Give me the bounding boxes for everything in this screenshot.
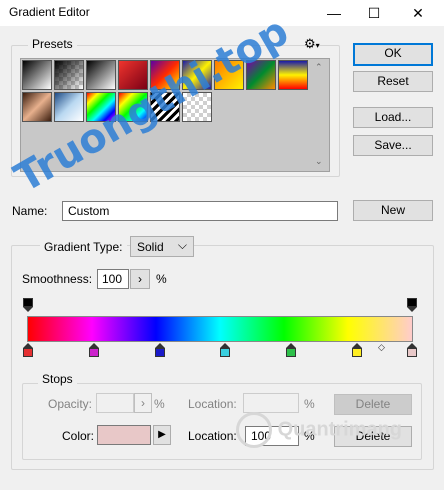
preset-swatch[interactable] [54,60,84,90]
opacity-label: Opacity: [48,397,93,411]
gradient-type-select[interactable]: Solid ⌵ [130,236,194,257]
color-stop[interactable] [23,343,33,357]
color-stop[interactable] [220,343,230,357]
opacity-arrow-button[interactable]: › [134,393,152,413]
color-arrow-button[interactable]: ▶ [153,425,171,445]
presets-scrollbar[interactable]: ⌃ ⌄ [311,59,327,169]
midpoint-diamond-icon[interactable]: ◇ [378,342,385,353]
preset-swatch[interactable] [22,92,52,122]
ok-button[interactable]: OK [353,43,433,66]
close-button[interactable]: ✕ [396,0,440,26]
preset-swatch[interactable] [54,92,84,122]
name-input[interactable]: Custom [62,201,338,221]
preset-swatch[interactable] [278,60,308,90]
watermark-brand: Quantrimang [236,412,402,448]
stops-label: Stops [38,372,77,386]
chevron-down-icon: ⌵ [177,238,187,252]
window-title: Gradient Editor [9,5,90,19]
color-stop[interactable] [352,343,362,357]
opacity-unit: % [154,397,165,411]
color-label: Color: [62,429,95,443]
smoothness-unit: % [156,272,167,286]
smoothness-arrow-button[interactable]: › [130,269,150,289]
opacity-location-input[interactable] [243,393,299,413]
color-stop[interactable] [407,343,417,357]
opacity-location-label: Location: [188,397,237,411]
opacity-location-unit: % [304,397,315,411]
reset-button[interactable]: Reset [353,71,433,92]
preset-swatch[interactable] [86,60,116,90]
opacity-stop-right[interactable] [407,298,417,312]
gradient-bar[interactable] [27,316,413,342]
color-stop[interactable] [89,343,99,357]
new-button[interactable]: New [353,200,433,221]
color-swatch[interactable] [97,425,151,445]
preset-swatch[interactable] [22,60,52,90]
opacity-input[interactable] [96,393,134,413]
smoothness-input[interactable]: 100 [97,269,129,289]
smoothness-label: Smoothness: [22,272,93,286]
color-location-label: Location: [188,429,237,443]
load-button[interactable]: Load... [353,107,433,128]
opacity-stop-left[interactable] [23,298,33,312]
presets-label: Presets [28,37,77,51]
save-button[interactable]: Save... [353,135,433,156]
color-stop[interactable] [155,343,165,357]
color-stop[interactable] [286,343,296,357]
gear-icon[interactable]: ⚙▾ [304,36,320,52]
gradient-type-label: Gradient Type: [40,240,127,254]
maximize-button[interactable]: ☐ [352,0,396,26]
minimize-button[interactable]: — [312,0,356,26]
name-label: Name: [12,204,48,218]
